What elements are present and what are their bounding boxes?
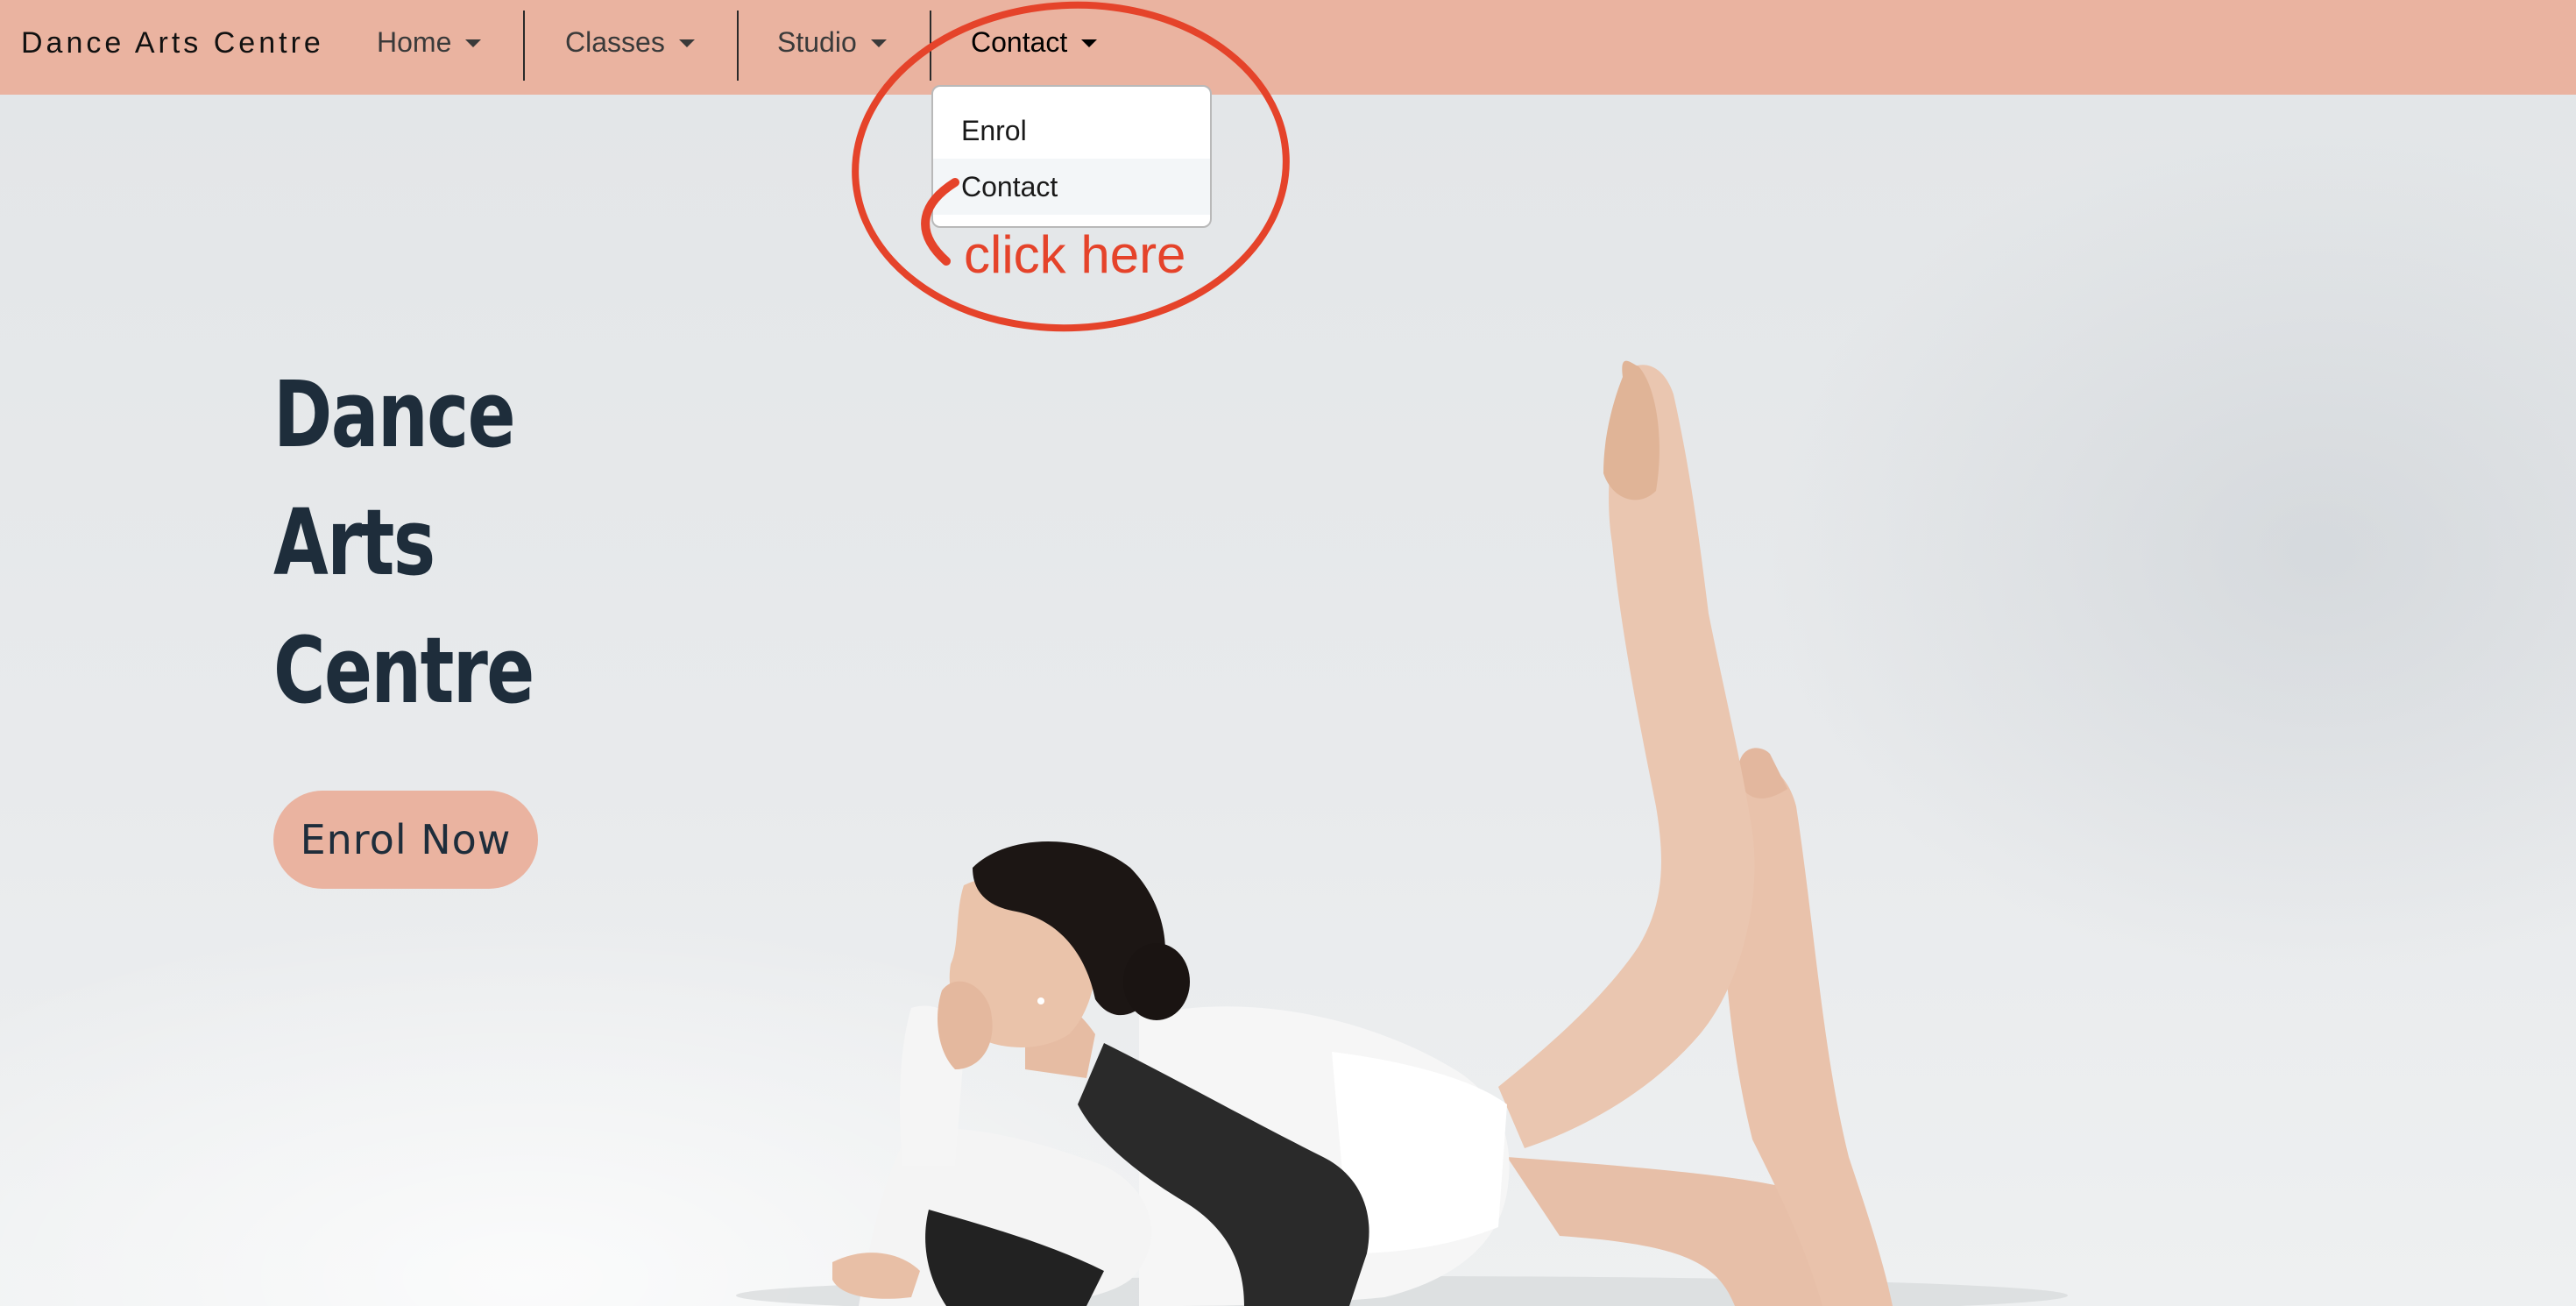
caret-down-icon [1081, 39, 1098, 47]
caret-down-icon [870, 39, 887, 47]
brand-logo[interactable]: Dance Arts Centre [21, 26, 324, 60]
nav-divider [523, 11, 525, 81]
nav-studio-label: Studio [777, 26, 857, 58]
nav-contact[interactable]: Contact [971, 26, 1098, 59]
hero-title-line: Arts [273, 489, 435, 596]
hero-title-line: Dance [273, 361, 516, 468]
nav-divider [930, 11, 931, 81]
nav-contact-label: Contact [971, 26, 1068, 58]
dropdown-item-enrol[interactable]: Enrol [933, 103, 1210, 159]
hero-title: Dance Arts Centre [273, 351, 683, 735]
nav-classes-label: Classes [565, 26, 665, 58]
caret-down-icon [678, 39, 695, 47]
annotation-text: click here [964, 225, 1186, 284]
nav-home-label: Home [377, 26, 452, 58]
caret-down-icon [465, 39, 482, 47]
nav-studio[interactable]: Studio [777, 26, 887, 59]
contact-dropdown-menu: Enrol Contact [931, 85, 1212, 228]
nav-divider [737, 11, 739, 81]
nav-home[interactable]: Home [377, 26, 482, 59]
hero-title-line: Centre [273, 617, 534, 724]
dropdown-item-contact[interactable]: Contact [933, 159, 1210, 215]
top-navbar: Dance Arts Centre Home Classes Studio Co… [0, 0, 2576, 95]
enrol-now-button[interactable]: Enrol Now [273, 791, 538, 889]
nav-classes[interactable]: Classes [565, 26, 695, 59]
